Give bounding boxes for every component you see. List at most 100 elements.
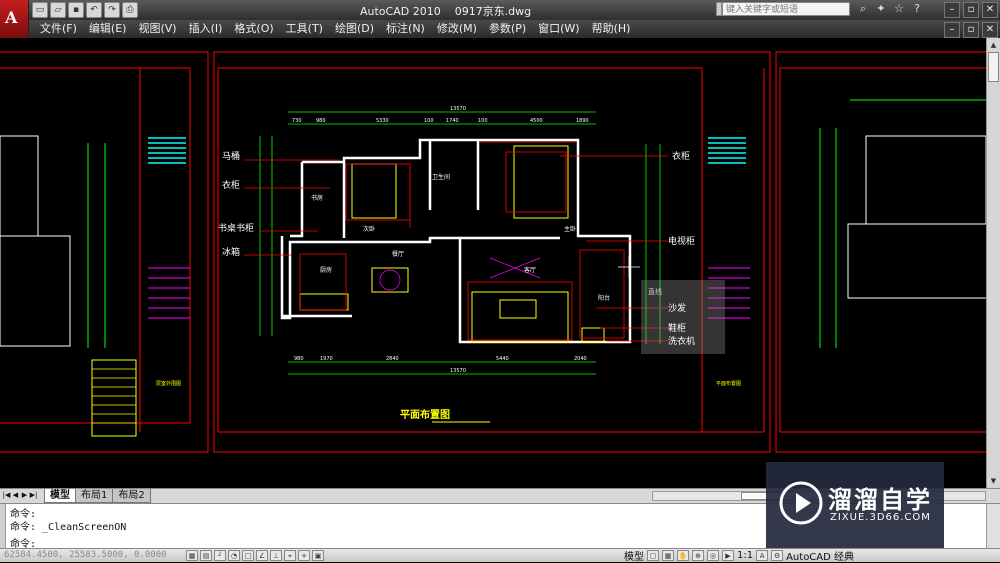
- save-icon[interactable]: ▪: [68, 2, 84, 18]
- dim-total-bottom: 13570: [450, 368, 466, 374]
- menu-parametric[interactable]: 参数(P): [485, 20, 534, 38]
- undo-icon[interactable]: ↶: [86, 2, 102, 18]
- tab-layout1[interactable]: 布局1: [75, 489, 114, 503]
- command-scrollbar[interactable]: [986, 504, 1000, 549]
- walls: [280, 138, 632, 344]
- scroll-down-icon[interactable]: ▼: [988, 475, 999, 487]
- tooltip-hint: 直线: [648, 287, 662, 296]
- workspace-gear-icon[interactable]: ⚙: [771, 550, 784, 561]
- plot-icon[interactable]: ⎙: [122, 2, 138, 18]
- status-bar: 62584.4500, 25583.5000, 0.0000 ▦ ▤ ┘ ◔ □…: [0, 548, 1000, 563]
- osnap-icon[interactable]: □: [242, 550, 254, 561]
- help-icon[interactable]: ?: [910, 2, 924, 16]
- menu-view[interactable]: 视图(V): [134, 20, 184, 38]
- menu-dimension[interactable]: 标注(N): [382, 20, 433, 38]
- menu-tools[interactable]: 工具(T): [282, 20, 331, 38]
- left-elevation: [0, 135, 106, 348]
- steering-wheel-icon[interactable]: ◎: [707, 550, 719, 561]
- search-input[interactable]: 键入关键字或短语: [722, 2, 850, 16]
- vertical-scrollbar[interactable]: ▲ ▼: [986, 38, 1000, 488]
- scroll-up-icon[interactable]: ▲: [988, 39, 999, 51]
- dim-top-5: 1740: [446, 118, 459, 124]
- drawing-canvas[interactable]: 层室外围图 平面布置图 13570 730 980 5330 100 1740 …: [0, 38, 986, 488]
- watermark-title: 溜溜自学: [828, 486, 932, 514]
- kitchen-counter: [299, 293, 349, 311]
- binoculars-icon[interactable]: ⌕: [856, 2, 870, 16]
- tab-layout2[interactable]: 布局2: [112, 489, 151, 503]
- right-panel-title: 平面布置图: [716, 380, 741, 387]
- lineweight-icon[interactable]: +: [298, 550, 310, 561]
- layout-icon[interactable]: ▢: [647, 550, 659, 561]
- menu-insert[interactable]: 插入(I): [185, 20, 231, 38]
- annotation-scale[interactable]: 1:1: [737, 550, 753, 561]
- menu-edit[interactable]: 编辑(E): [85, 20, 135, 38]
- prev-tab-icon[interactable]: ◀: [11, 490, 20, 501]
- workspace-switch[interactable]: AutoCAD 经典: [786, 548, 854, 563]
- callout-toilet: 马桶: [222, 150, 240, 162]
- right-elevation: [819, 99, 986, 348]
- minimize-button[interactable]: –: [944, 2, 960, 18]
- restore-button[interactable]: ▫: [963, 2, 979, 18]
- menu-help[interactable]: 帮助(H): [588, 20, 639, 38]
- otrack-icon[interactable]: ∠: [256, 550, 268, 561]
- grid-icon[interactable]: ▤: [200, 550, 212, 561]
- showmotion-icon[interactable]: ▶: [722, 550, 734, 561]
- open-icon[interactable]: ▱: [50, 2, 66, 18]
- annotation-visibility-icon[interactable]: A: [756, 550, 769, 561]
- menu-file[interactable]: 文件(F): [36, 20, 85, 38]
- qp-icon[interactable]: ▣: [312, 550, 324, 561]
- command-window-grip[interactable]: [0, 504, 6, 549]
- zoom-icon[interactable]: ⊕: [692, 550, 704, 561]
- doc-restore-button[interactable]: ▫: [963, 22, 979, 38]
- menu-draw[interactable]: 绘图(D): [331, 20, 382, 38]
- snap-icon[interactable]: ▦: [186, 550, 198, 561]
- next-tab-icon[interactable]: ▶: [20, 490, 29, 501]
- dim-top-6: 100: [478, 118, 488, 124]
- dim-total-top: 13570: [450, 106, 466, 112]
- model-space-label[interactable]: 模型: [624, 548, 644, 563]
- ortho-icon[interactable]: ┘: [214, 550, 226, 561]
- doc-minimize-button[interactable]: –: [944, 22, 960, 38]
- dim-bottom-5: 2040: [574, 356, 587, 362]
- callout-wardrobe-left: 衣柜: [222, 179, 240, 191]
- window-title: AutoCAD 2010 0917京东.dwg: [360, 5, 532, 18]
- tab-navigation: |◀ ◀ ▶ ▶|: [2, 490, 38, 501]
- polar-icon[interactable]: ◔: [228, 550, 240, 561]
- document-window-controls: – ▫ ✕: [944, 22, 998, 38]
- callout-fridge: 冰箱: [222, 246, 240, 258]
- pan-icon[interactable]: ✋: [677, 550, 689, 561]
- window-controls: – ▫ ✕: [944, 2, 998, 18]
- doc-close-button[interactable]: ✕: [982, 22, 998, 38]
- dim-top-3: 5330: [376, 118, 389, 124]
- main-drawing-title: 平面布置图: [400, 408, 450, 421]
- dyn-icon[interactable]: ⌖: [284, 550, 296, 561]
- tab-model[interactable]: 模型: [44, 489, 76, 503]
- communication-icon[interactable]: ✦: [874, 2, 888, 16]
- dim-top-7: 4500: [530, 118, 543, 124]
- ducs-icon[interactable]: ⊥: [270, 550, 282, 561]
- bed-master: [513, 145, 569, 219]
- room-label-bathroom: 卫生间: [432, 173, 450, 181]
- dim-top-8: 1890: [576, 118, 589, 124]
- dim-bottom-3: 2840: [386, 356, 399, 362]
- first-tab-icon[interactable]: |◀: [2, 490, 11, 501]
- title-bar: ▭ ▱ ▪ ↶ ↷ ⎙ AutoCAD 2010 0917京东.dwg 键入关键…: [0, 0, 1000, 20]
- left-panel-title: 层室外围图: [156, 380, 181, 387]
- last-tab-icon[interactable]: ▶|: [29, 490, 38, 501]
- dim-top-1: 730: [292, 118, 302, 124]
- menu-format[interactable]: 格式(O): [230, 20, 281, 38]
- dining-table: [371, 267, 409, 293]
- watermark-logo-icon: [779, 481, 823, 525]
- layout-preview-icon[interactable]: ▦: [662, 550, 674, 561]
- redo-icon[interactable]: ↷: [104, 2, 120, 18]
- menu-modify[interactable]: 修改(M): [433, 20, 485, 38]
- coordinate-readout: 62584.4500, 25583.5000, 0.0000: [4, 550, 167, 560]
- close-button[interactable]: ✕: [982, 2, 998, 18]
- new-icon[interactable]: ▭: [32, 2, 48, 18]
- favorites-icon[interactable]: ☆: [892, 2, 906, 16]
- vertical-scroll-thumb[interactable]: [988, 52, 999, 82]
- menu-window[interactable]: 窗口(W): [534, 20, 587, 38]
- application-menu-button[interactable]: A: [0, 0, 29, 38]
- watermark-overlay: 溜溜自学 ZIXUE.3D66.COM: [766, 462, 944, 548]
- dim-bottom-4: 5440: [496, 356, 509, 362]
